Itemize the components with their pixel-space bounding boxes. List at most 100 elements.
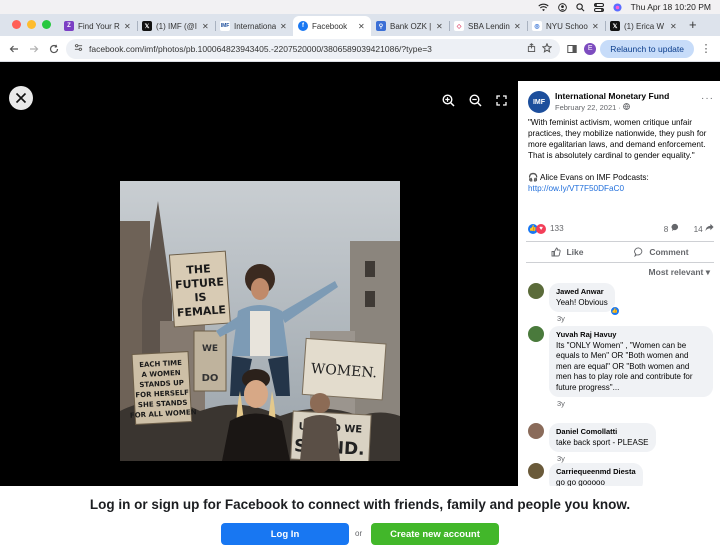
tab-label: (1) Erica W [624, 21, 664, 31]
like-button[interactable]: Like [551, 247, 583, 257]
back-button[interactable] [6, 41, 22, 57]
commenter-avatar[interactable] [528, 463, 544, 479]
tab-erica-x[interactable]: 𝕏 (1) Erica W ✕ [605, 16, 683, 36]
more-options-icon[interactable]: ··· [701, 93, 714, 104]
zoom-in-icon[interactable] [440, 92, 456, 108]
svg-text:THE: THE [186, 262, 211, 277]
thumbs-up-icon [551, 247, 562, 257]
post-date[interactable]: February 22, 2021 · [555, 103, 669, 112]
site-info-icon[interactable] [74, 43, 83, 54]
login-banner: Log in or sign up for Facebook to connec… [0, 486, 720, 560]
post-text: "With feminist activism, women critique … [528, 117, 714, 194]
browser-tab-strip: Z Find Your R ✕ 𝕏 (1) IMF (@I ✕ IMF Internati… [0, 14, 720, 36]
tab-favicon-icon: Z [64, 21, 74, 31]
menu-clock[interactable]: Thu Apr 18 10:20 PM [631, 2, 711, 12]
tab-close-icon[interactable]: ✕ [124, 22, 132, 31]
commenter-name[interactable]: Jawed Anwar [556, 287, 608, 298]
commenter-name[interactable]: Carriequeenmd Diesta [556, 467, 636, 478]
tab-label: Facebook [312, 21, 348, 31]
share-count[interactable]: 14 [694, 223, 714, 234]
comment-time[interactable]: 3y [557, 454, 656, 463]
control-center-icon[interactable] [593, 2, 604, 12]
tab-sba-lending[interactable]: ◇ SBA Lendin ✕ [449, 16, 527, 36]
share-page-icon[interactable] [527, 43, 536, 54]
tab-close-icon[interactable]: ✕ [202, 22, 210, 31]
close-viewer-button[interactable] [9, 86, 33, 110]
commenter-avatar[interactable] [528, 283, 544, 299]
tab-imf-x[interactable]: 𝕏 (1) IMF (@I ✕ [137, 16, 215, 36]
sort-label: Most relevant [648, 267, 704, 277]
reload-button[interactable] [46, 41, 62, 57]
tab-facebook[interactable]: f Facebook ✕ [293, 16, 371, 36]
comment-count-text: 8 [663, 225, 669, 234]
forward-button[interactable] [26, 41, 42, 57]
comment-bubble: Daniel Comollatti take back sport - PLEA… [549, 423, 656, 452]
page-avatar[interactable]: IMF [528, 91, 550, 113]
relaunch-button[interactable]: Relaunch to update [600, 39, 694, 58]
comment-time[interactable]: 3y [557, 399, 713, 408]
share-count-icon [705, 223, 714, 232]
post-podcast-line: 🎧 Alice Evans on IMF Podcasts: [528, 173, 649, 182]
user-icon[interactable] [557, 2, 567, 12]
tab-close-icon[interactable]: ✕ [358, 22, 366, 31]
tab-close-icon[interactable]: ✕ [670, 22, 678, 31]
login-message: Log in or sign up for Facebook to connec… [89, 497, 631, 512]
post-link[interactable]: http://ow.ly/VT7F50DFaC0 [528, 183, 714, 194]
tab-label: Bank OZK | [390, 21, 432, 31]
close-window-button[interactable] [12, 20, 21, 29]
bookmark-star-icon[interactable] [541, 42, 553, 55]
profile-avatar[interactable]: E [584, 42, 597, 55]
tab-close-icon[interactable]: ✕ [514, 22, 522, 31]
post-header: IMF International Monetary Fund February… [528, 91, 714, 113]
tab-international[interactable]: IMF Internationa ✕ [215, 16, 293, 36]
like-label: Like [566, 247, 584, 257]
reaction-count[interactable]: 👍 ♥ 133 [528, 223, 564, 234]
tab-close-icon[interactable]: ✕ [280, 22, 288, 31]
sort-comments-dropdown[interactable]: Most relevant ▾ [649, 267, 710, 278]
address-bar[interactable]: facebook.com/imf/photos/pb.1000648239434… [66, 38, 561, 59]
comment-item: Jawed Anwar Yeah! Obvious 👍 3y [528, 283, 620, 323]
comment-label: Comment [649, 247, 689, 257]
side-panel-icon[interactable] [564, 41, 580, 57]
tab-bank-ozk[interactable]: ⚲ Bank OZK | ✕ [371, 16, 449, 36]
mac-menu-bar: Thu Apr 18 10:20 PM [0, 0, 720, 14]
globe-icon [623, 103, 630, 112]
zoom-out-icon[interactable] [467, 92, 483, 108]
commenter-name[interactable]: Daniel Comollatti [556, 427, 649, 438]
log-in-button[interactable]: Log In [221, 523, 349, 545]
tab-label: SBA Lendin [468, 21, 510, 31]
post-side-panel: IMF International Monetary Fund February… [518, 81, 720, 492]
comment-count[interactable]: 8 [664, 223, 680, 234]
chevron-down-icon: ▾ [705, 267, 710, 277]
comment-time[interactable]: 3y [557, 314, 615, 323]
post-quote: "With feminist activism, women critique … [528, 118, 707, 160]
svg-text:WE: WE [202, 344, 218, 354]
comment-bubble: Yuvah Raj Havuy Its "ONLY Women" , "Wome… [549, 326, 713, 397]
browser-menu-icon[interactable]: ⋮ [698, 41, 714, 57]
search-icon[interactable] [576, 2, 585, 12]
commenter-avatar[interactable] [528, 326, 544, 342]
tab-close-icon[interactable]: ✕ [592, 22, 600, 31]
wifi-icon[interactable] [538, 3, 549, 12]
new-tab-button[interactable]: + [683, 17, 703, 36]
tab-label: Internationa [234, 21, 276, 31]
commenter-name[interactable]: Yuvah Raj Havuy [556, 330, 706, 341]
tab-find-your[interactable]: Z Find Your R ✕ [59, 16, 137, 36]
tab-label: NYU Schoo [546, 21, 588, 31]
protest-photo-illustration: THE FUTURE IS FEMALE WOMEN. EACH TIME A … [120, 181, 400, 461]
zoom-window-button[interactable] [42, 20, 51, 29]
commenter-avatar[interactable] [528, 423, 544, 439]
post-photo[interactable]: THE FUTURE IS FEMALE WOMEN. EACH TIME A … [120, 181, 400, 461]
page-name[interactable]: International Monetary Fund [555, 91, 669, 101]
tab-close-icon[interactable]: ✕ [436, 22, 444, 31]
window-controls [0, 20, 59, 36]
tab-nyu-school[interactable]: ◎ NYU Schoo ✕ [527, 16, 605, 36]
tab-favicon-icon: ◇ [454, 21, 464, 31]
siri-icon[interactable] [613, 2, 622, 12]
tab-favicon-icon: ⚲ [376, 21, 386, 31]
comment-button[interactable]: Comment [634, 247, 689, 257]
minimize-window-button[interactable] [27, 20, 36, 29]
fullscreen-icon[interactable] [493, 92, 509, 108]
create-account-button[interactable]: Create new account [371, 523, 499, 545]
url-text[interactable]: facebook.com/imf/photos/pb.1000648239434… [89, 44, 521, 54]
